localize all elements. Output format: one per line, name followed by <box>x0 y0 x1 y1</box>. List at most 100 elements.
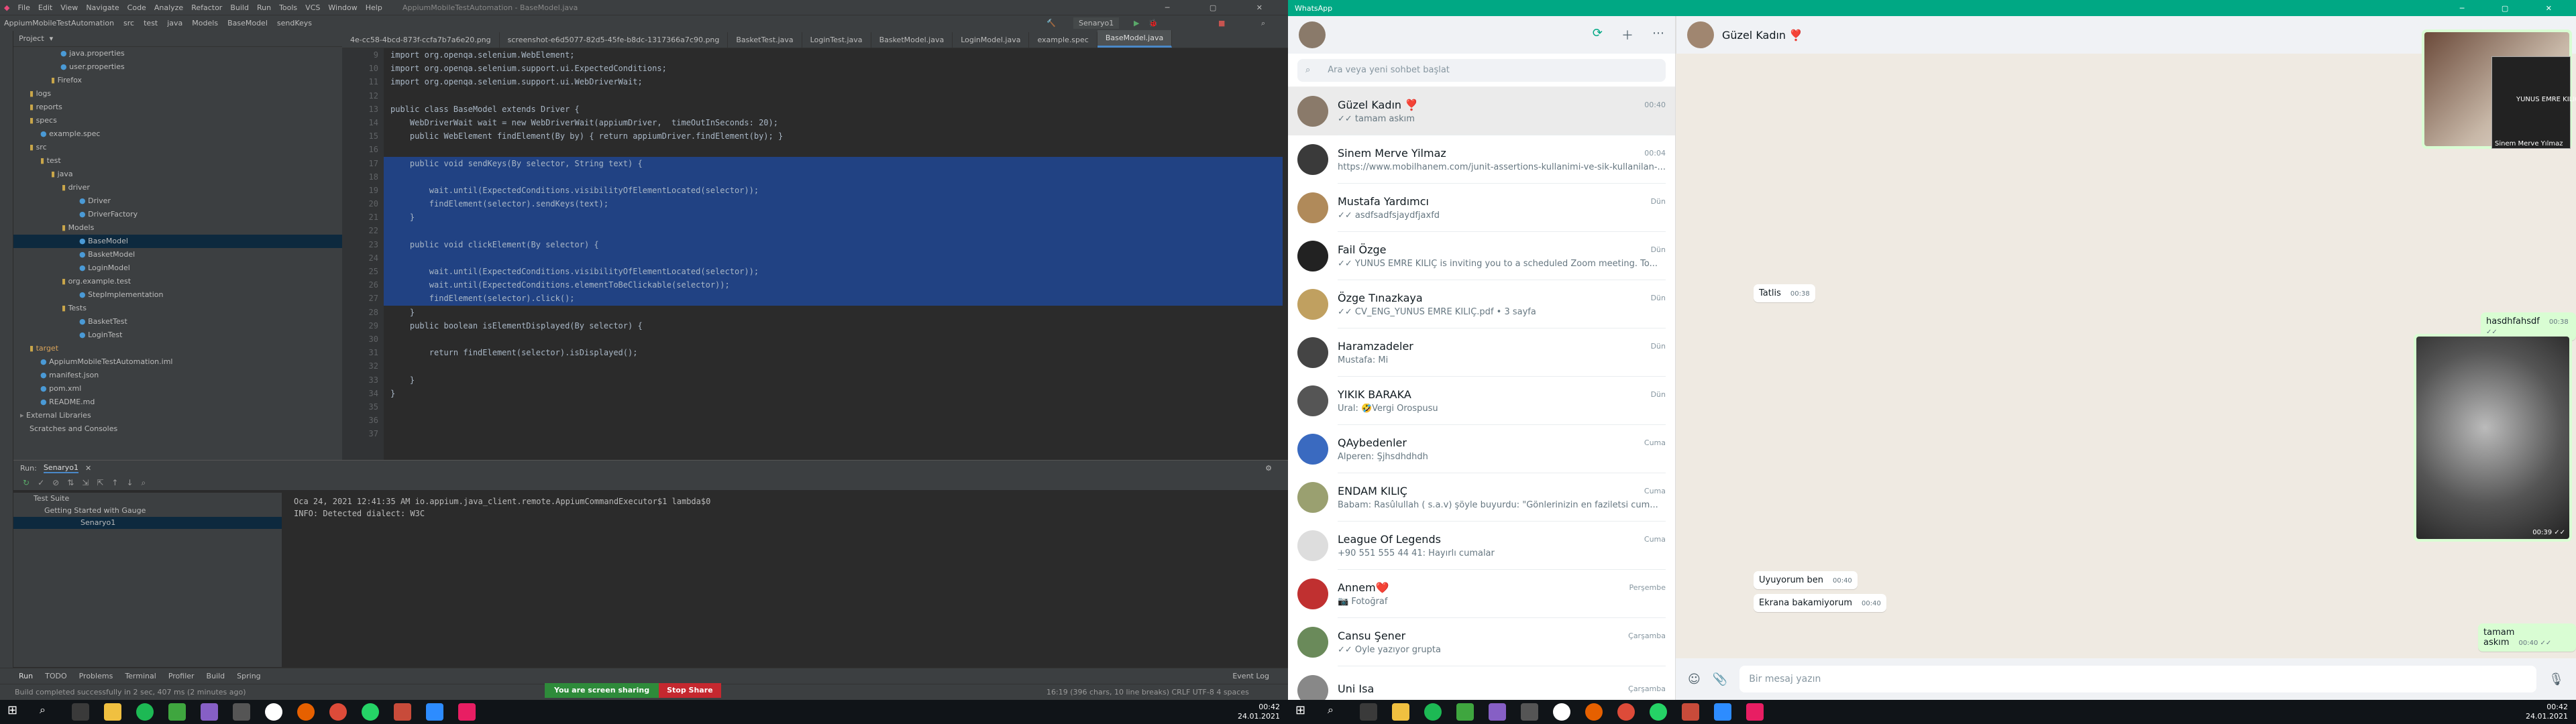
tree-item[interactable]: reports <box>13 101 342 114</box>
menu-icon[interactable]: ⋯ <box>1652 26 1664 44</box>
taskbar-app-icon[interactable] <box>233 703 250 721</box>
tree-item[interactable]: example.spec <box>13 127 342 141</box>
run-config-select[interactable]: Senaryo1 <box>1073 17 1120 29</box>
menu-window[interactable]: Window <box>328 3 357 12</box>
taskbar-app-icon[interactable] <box>1424 703 1442 721</box>
console-output[interactable]: Oca 24, 2021 12:41:35 AM io.appium.java_… <box>288 493 1261 667</box>
taskbar-app-icon[interactable] <box>1489 703 1506 721</box>
chat-list-item[interactable]: Haramzadeler Dün Mustafa: Mi <box>1288 328 1675 377</box>
tool-terminal[interactable]: Terminal <box>125 672 156 680</box>
taskbar-app-icon[interactable] <box>265 703 282 721</box>
tree-item[interactable]: org.example.test <box>13 275 342 288</box>
attach-icon[interactable]: 📎 <box>1713 672 1727 686</box>
code-line[interactable]: } <box>384 373 1283 387</box>
code-line[interactable]: wait.until(ExpectedConditions.elementToB… <box>384 278 1283 292</box>
window-controls[interactable]: ─ ▢ ✕ <box>1165 3 1281 12</box>
tree-item[interactable]: Driver <box>13 194 342 208</box>
chat-list-item[interactable]: YIKIK BARAKA Dün Ural: 🤣Vergi Orospusu <box>1288 377 1675 425</box>
taskbar-app-icon[interactable] <box>1617 703 1635 721</box>
tree-item[interactable]: logs <box>13 87 342 101</box>
code-line[interactable]: import org.openqa.selenium.support.ui.We… <box>384 75 1283 88</box>
code-line[interactable]: wait.until(ExpectedConditions.visibility… <box>384 265 1283 279</box>
code-line[interactable]: import org.openqa.selenium.WebElement; <box>384 48 1283 62</box>
tree-item[interactable]: DriverFactory <box>13 208 342 221</box>
tree-item[interactable]: test <box>13 154 342 168</box>
tree-item-selected[interactable]: BaseModel <box>13 235 342 248</box>
taskbar-app-icon[interactable] <box>394 703 411 721</box>
taskbar-app-icon[interactable] <box>1392 703 1409 721</box>
code-line[interactable]: findElement(selector).click(); <box>384 292 1283 306</box>
message-in[interactable]: Tatlis 00:38 <box>1754 284 1815 302</box>
build-hammer-icon[interactable]: 🔨 <box>1046 19 1056 27</box>
message-in[interactable]: Uyuyorum ben 00:40 <box>1754 571 1858 589</box>
tree-item[interactable]: AppiumMobileTestAutomation.iml <box>13 355 342 369</box>
menu-navigate[interactable]: Navigate <box>86 3 119 12</box>
tree-item[interactable]: java <box>13 168 342 181</box>
chat-list-item[interactable]: Özge Tınazkaya Dün ✓✓ CV_ENG_YUNUS EMRE KI… <box>1288 280 1675 328</box>
code-line[interactable] <box>384 143 1283 156</box>
tree-item[interactable]: Scratches and Consoles <box>13 422 342 436</box>
menu-run[interactable]: Run <box>257 3 271 12</box>
tool-problems[interactable]: Problems <box>79 672 113 680</box>
menu-file[interactable]: File <box>17 3 30 12</box>
tree-item[interactable]: BasketModel <box>13 248 342 261</box>
chat-list-item[interactable]: Fail Özge Dün ✓✓ YUNUS EMRE KILIÇ is invit… <box>1288 232 1675 280</box>
taskbar-app-icon[interactable] <box>168 703 186 721</box>
check-icon[interactable]: ✓ <box>38 478 44 487</box>
stop-icon[interactable]: ■ <box>1218 19 1225 27</box>
menu-code[interactable]: Code <box>127 3 146 12</box>
contact-name[interactable]: Güzel Kadın ❣️ <box>1722 29 1803 42</box>
tree-item[interactable]: StepImplementation <box>13 288 342 302</box>
taskbar-app-icon[interactable] <box>136 703 154 721</box>
taskbar-app-icon[interactable] <box>1650 703 1667 721</box>
gear-icon[interactable]: ⚙ <box>1265 464 1272 473</box>
tool-run[interactable]: Run <box>19 672 33 680</box>
editor-tab[interactable]: LoginTest.java <box>802 32 871 48</box>
clock[interactable]: 00:42 24.01.2021 <box>1238 703 1280 721</box>
code-line[interactable]: return findElement(selector).isDisplayed… <box>384 346 1283 359</box>
chat-list-item[interactable]: QAybedenler Cuma Alperen: Şjhsdhdhdh <box>1288 425 1675 473</box>
tree-item[interactable]: java.properties <box>13 47 342 60</box>
expand-icon[interactable]: ⇲ <box>82 478 89 487</box>
menu-help[interactable]: Help <box>366 3 382 12</box>
code-area[interactable]: import org.openqa.selenium.WebElement; im… <box>384 48 1283 440</box>
tree-item[interactable]: driver <box>13 181 342 194</box>
search-input[interactable]: ⌕ Ara veya yeni sohbet başlat <box>1297 58 1666 82</box>
taskbar-app-icon[interactable] <box>426 703 443 721</box>
editor-tab-active[interactable]: BaseModel.java <box>1097 30 1173 48</box>
taskbar-app-icon[interactable] <box>104 703 121 721</box>
ban-icon[interactable]: ⊘ <box>52 478 59 487</box>
breadcrumb-basemodel[interactable]: BaseModel <box>227 19 268 27</box>
editor-tab[interactable]: BasketTest.java <box>728 32 802 48</box>
menu-edit[interactable]: Edit <box>38 3 52 12</box>
code-line[interactable] <box>384 427 1283 440</box>
taskbar-app-icon[interactable] <box>1360 703 1377 721</box>
editor-tab[interactable]: 4e-cc58-4bcd-873f-ccfa7b7a6e20.png <box>342 32 500 48</box>
breadcrumb-models[interactable]: Models <box>192 19 218 27</box>
debug-icon[interactable]: 🐞 <box>1148 19 1158 27</box>
windows-start-icon[interactable]: ⊞ <box>7 703 25 721</box>
tree-item[interactable]: user.properties <box>13 60 342 74</box>
code-line[interactable]: import org.openqa.selenium.support.ui.Ex… <box>384 62 1283 75</box>
up-icon[interactable]: ↑ <box>111 478 118 487</box>
magnify-icon[interactable]: ⌕ <box>142 478 146 488</box>
emoji-icon[interactable]: ☺ <box>1688 672 1701 686</box>
tree-item[interactable]: BasketTest <box>13 315 342 328</box>
code-line[interactable] <box>384 359 1283 373</box>
avatar[interactable] <box>1299 21 1326 48</box>
run-tab[interactable]: Senaryo1 <box>43 463 79 473</box>
taskbar-app-icon[interactable] <box>1456 703 1474 721</box>
taskbar-search-icon[interactable]: ⌕ <box>40 703 57 721</box>
window-controls[interactable]: ─ ▢ ✕ <box>2460 4 2569 13</box>
close-icon[interactable]: ✕ <box>85 464 91 473</box>
code-line[interactable] <box>384 224 1283 238</box>
menu-build[interactable]: Build <box>230 3 249 12</box>
chevron-down-icon[interactable]: ▾ <box>50 34 54 43</box>
search-icon[interactable]: ⌕ <box>1261 19 1265 28</box>
project-label[interactable]: Project <box>19 34 44 43</box>
chat-list-item[interactable]: League Of Legends Cuma +90 551 555 44 41: … <box>1288 522 1675 570</box>
code-line[interactable]: public void clickElement(By selector) { <box>384 237 1283 251</box>
message-input[interactable]: Bir mesaj yazın <box>1739 666 2537 692</box>
new-chat-icon[interactable]: ＋ <box>1621 26 1633 44</box>
code-line[interactable] <box>384 170 1283 184</box>
